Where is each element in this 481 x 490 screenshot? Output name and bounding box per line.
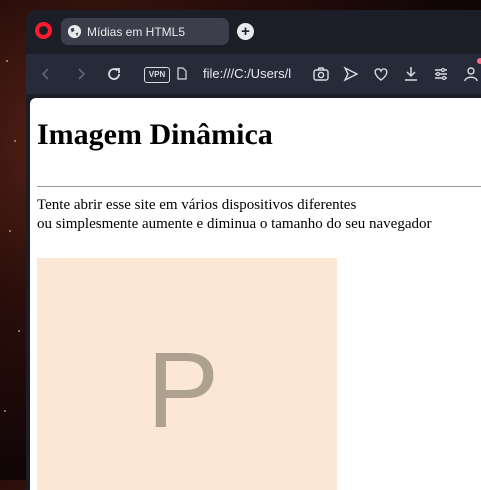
page-content: Imagem Dinâmica Tente abrir esse site em… — [30, 98, 481, 490]
page-heading: Imagem Dinâmica — [37, 118, 273, 151]
reload-button[interactable] — [104, 64, 124, 84]
url-field[interactable]: file:///C:/Users/l — [203, 66, 295, 81]
background-star — [18, 330, 20, 332]
notification-dot — [477, 58, 481, 64]
forward-button[interactable] — [71, 64, 91, 84]
instruction-paragraph: Tente abrir esse site em vários disposit… — [37, 196, 431, 234]
background-star — [4, 410, 6, 412]
dynamic-image: P — [37, 258, 337, 490]
heart-icon[interactable] — [372, 65, 390, 83]
back-button[interactable] — [36, 64, 56, 84]
background-star — [9, 230, 11, 232]
browser-window: Mídias em HTML5 + VPN file:///C:/Users/l — [26, 10, 481, 490]
tab-title: Mídias em HTML5 — [87, 24, 186, 39]
file-page-icon[interactable] — [177, 67, 187, 80]
new-tab-button[interactable]: + — [237, 23, 254, 40]
horizontal-rule — [37, 186, 481, 187]
opera-logo-icon[interactable] — [35, 22, 52, 39]
reload-icon — [108, 68, 120, 80]
globe-icon — [67, 24, 82, 39]
instruction-line-2: ou simplesmente aumente e diminua o tama… — [37, 216, 432, 232]
background-star — [6, 60, 8, 62]
forward-arrow-icon — [78, 68, 86, 80]
vpn-badge[interactable]: VPN — [144, 67, 170, 83]
background-star — [14, 140, 16, 142]
download-icon[interactable] — [402, 65, 420, 83]
send-icon[interactable] — [342, 65, 360, 83]
instruction-line-1: Tente abrir esse site em vários disposit… — [37, 197, 357, 213]
address-bar: VPN file:///C:/Users/l — [26, 54, 481, 94]
tab-bar: Mídias em HTML5 + — [26, 10, 481, 50]
easy-setup-icon[interactable] — [432, 65, 450, 83]
profile-icon[interactable] — [462, 65, 480, 83]
tab-midias-html5[interactable]: Mídias em HTML5 — [61, 18, 229, 45]
back-arrow-icon — [41, 68, 49, 80]
camera-snapshot-icon[interactable] — [312, 65, 330, 83]
image-placeholder-letter: P — [147, 329, 220, 450]
